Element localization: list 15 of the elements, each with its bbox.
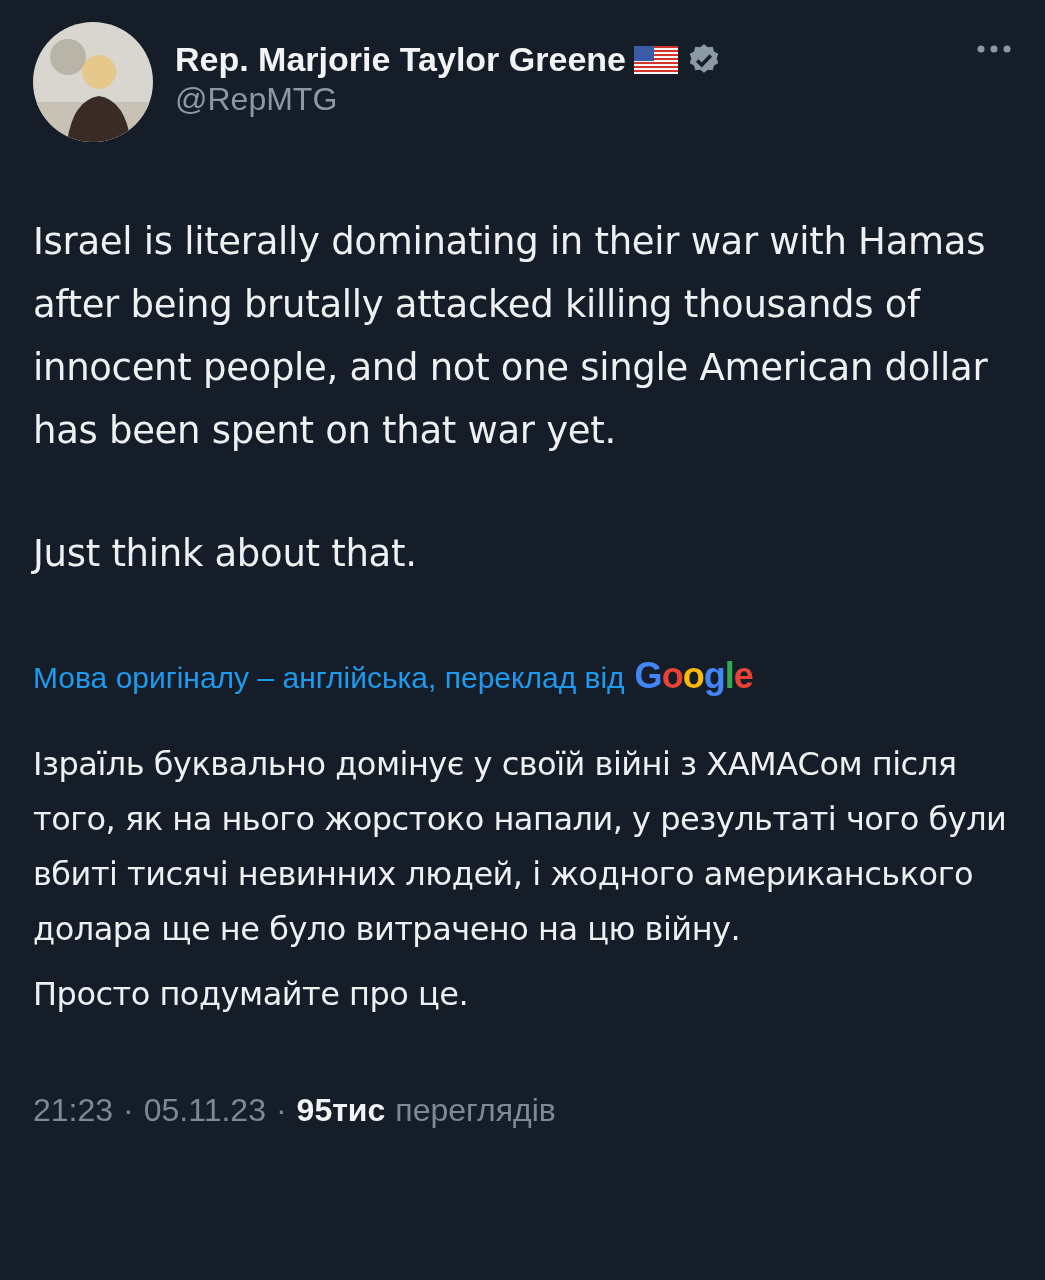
author-name[interactable]: Rep. Marjorie Taylor Greene bbox=[175, 40, 626, 79]
post-text: Just think about that. bbox=[33, 531, 418, 577]
post-date[interactable]: 05.11.23 bbox=[143, 1092, 266, 1129]
flag-icon bbox=[633, 45, 678, 74]
translated-text: Ізраїль буквально домінує у своїй війні з ХАМАСом після того, як на нього жорстоко напали, у результаті чого були вбиті тисячі невинних людей, і жодного американського долара ще не було витрачено на цю війну. bbox=[33, 744, 1008, 950]
post-text: Israel is literally dominating in their war with Hamas after being brutally attacked killing thousands of innocent people, and not one single American dollar has been spent on that war yet. bbox=[33, 219, 989, 454]
separator: · bbox=[275, 1092, 287, 1129]
author-handle[interactable]: @RepMTG bbox=[175, 81, 954, 118]
views-label: переглядів bbox=[395, 1092, 556, 1129]
translation-notice-link[interactable]: Мова оригіналу – англійська, переклад від bbox=[33, 661, 625, 695]
translated-text: Просто подумайте про це. bbox=[33, 974, 470, 1015]
google-logo: Google bbox=[634, 655, 753, 697]
post-time[interactable]: 21:23 bbox=[33, 1092, 114, 1129]
separator: · bbox=[123, 1092, 134, 1129]
views-count: 95тис bbox=[296, 1092, 386, 1129]
